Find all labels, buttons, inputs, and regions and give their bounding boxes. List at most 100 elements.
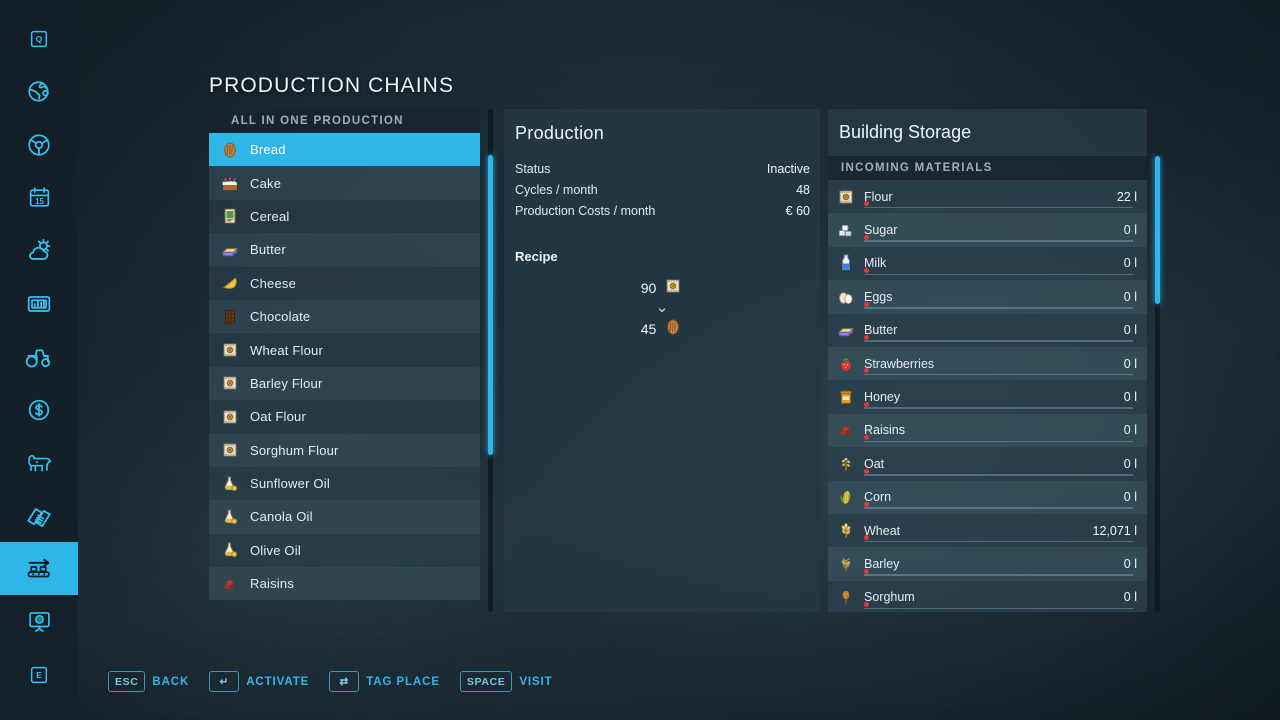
strawberry-icon bbox=[835, 353, 857, 375]
storage-row-name: Sorghum bbox=[864, 590, 1124, 604]
production-list-item[interactable]: Butter bbox=[209, 233, 480, 266]
production-list-item[interactable]: Cake bbox=[209, 166, 480, 199]
production-list-item[interactable]: Cereal bbox=[209, 200, 480, 233]
sorghum-icon bbox=[835, 586, 857, 608]
raisins-icon bbox=[835, 419, 857, 441]
flour-bag-icon bbox=[219, 406, 241, 428]
storage-row[interactable]: Flour22 l bbox=[828, 180, 1147, 213]
production-stat-row: Production Costs / month€ 60 bbox=[515, 200, 810, 221]
weather-icon bbox=[26, 237, 53, 264]
chocolate-icon bbox=[219, 306, 241, 328]
production-stat-value: € 60 bbox=[786, 204, 810, 218]
storage-row[interactable]: Eggs0 l bbox=[828, 280, 1147, 313]
storage-threshold-marker bbox=[864, 368, 869, 373]
contracts-icon bbox=[25, 502, 53, 530]
storage-row[interactable]: Honey0 l bbox=[828, 380, 1147, 413]
production-list-item[interactable]: Barley Flour bbox=[209, 367, 480, 400]
sidebar-item-help-e[interactable]: E bbox=[0, 648, 78, 701]
barley-icon bbox=[835, 553, 857, 575]
recipe-output: 45 bbox=[641, 317, 684, 340]
storage-fill-bar bbox=[864, 207, 1133, 209]
honey-jar-icon bbox=[835, 386, 857, 408]
storage-fill-bar bbox=[864, 307, 1133, 309]
storage-threshold-marker bbox=[864, 268, 869, 273]
production-list-item[interactable]: Canola Oil bbox=[209, 500, 480, 533]
production-list-item[interactable]: Chocolate bbox=[209, 300, 480, 333]
storage-row-name: Strawberries bbox=[864, 357, 1124, 371]
sidebar-item-quit[interactable]: Q bbox=[0, 12, 78, 65]
storage-row-name: Honey bbox=[864, 390, 1124, 404]
scrollbar-thumb[interactable] bbox=[488, 155, 493, 455]
storage-fill-bar bbox=[864, 608, 1133, 610]
sidebar-item-contracts[interactable] bbox=[0, 489, 78, 542]
production-stat-value: 48 bbox=[796, 183, 810, 197]
storage-threshold-marker bbox=[864, 435, 869, 440]
storage-row-amount: 0 l bbox=[1124, 457, 1137, 471]
production-detail-panel: Production StatusInactiveCycles / month4… bbox=[504, 109, 820, 612]
production-list-item[interactable]: Olive Oil bbox=[209, 534, 480, 567]
storage-row[interactable]: Wheat12,071 l bbox=[828, 514, 1147, 547]
storage-row-amount: 0 l bbox=[1124, 557, 1137, 571]
help-item[interactable]: SPACEVISIT bbox=[460, 671, 553, 692]
enter-key: ↵ bbox=[209, 671, 239, 692]
svg-text:E: E bbox=[36, 671, 42, 680]
storage-row[interactable]: Butter0 l bbox=[828, 314, 1147, 347]
storage-row[interactable]: Strawberries0 l bbox=[828, 347, 1147, 380]
storage-threshold-marker bbox=[864, 402, 869, 407]
help-item[interactable]: ESCBACK bbox=[108, 671, 189, 692]
sidebar-item-steering-wheel[interactable] bbox=[0, 118, 78, 171]
storage-row-name: Butter bbox=[864, 323, 1124, 337]
storage-row[interactable]: Sorghum0 l bbox=[828, 581, 1147, 612]
sidebar-item-weather[interactable] bbox=[0, 224, 78, 277]
sidebar-item-calendar[interactable]: 15 bbox=[0, 171, 78, 224]
production-list-panel: ALL IN ONE PRODUCTION BreadCakeCerealBut… bbox=[209, 109, 480, 612]
page-title: PRODUCTION CHAINS bbox=[209, 74, 454, 98]
sidebar-item-tractor[interactable] bbox=[0, 330, 78, 383]
wheat-icon bbox=[835, 520, 857, 542]
statistics-icon bbox=[26, 291, 52, 317]
bread-icon bbox=[663, 317, 683, 340]
storage-row-name: Barley bbox=[864, 557, 1124, 571]
help-item[interactable]: ↵ACTIVATE bbox=[209, 671, 309, 692]
production-list-item[interactable]: Raisins bbox=[209, 567, 480, 600]
storage-threshold-marker bbox=[864, 335, 869, 340]
help-action-label: TAG PLACE bbox=[366, 676, 440, 688]
sidebar-item-production-chains[interactable] bbox=[0, 542, 78, 595]
production-list-item[interactable]: Bread bbox=[209, 133, 480, 166]
storage-row-amount: 0 l bbox=[1124, 323, 1137, 337]
sidebar-item-statistics[interactable] bbox=[0, 277, 78, 330]
production-list-item[interactable]: Sorghum Flour bbox=[209, 434, 480, 467]
storage-row[interactable]: Corn0 l bbox=[828, 481, 1147, 514]
production-list-item[interactable]: Wheat Flour bbox=[209, 333, 480, 366]
storage-row[interactable]: Raisins0 l bbox=[828, 414, 1147, 447]
production-list-item[interactable]: Oat Flour bbox=[209, 400, 480, 433]
eggs-icon bbox=[835, 286, 857, 308]
scrollbar-thumb[interactable] bbox=[1155, 156, 1160, 304]
sidebar-item-map-globe[interactable] bbox=[0, 65, 78, 118]
storage-row[interactable]: Oat0 l bbox=[828, 447, 1147, 480]
storage-row[interactable]: Barley0 l bbox=[828, 547, 1147, 580]
production-list-item-label: Cake bbox=[250, 176, 281, 191]
production-list-item[interactable]: Sunflower Oil bbox=[209, 467, 480, 500]
production-list-scrollbar[interactable] bbox=[488, 109, 493, 612]
sidebar-item-presentation[interactable] bbox=[0, 595, 78, 648]
production-list-item-label: Sunflower Oil bbox=[250, 476, 330, 491]
cereal-box-icon bbox=[219, 205, 241, 227]
production-panel-title: Production bbox=[504, 109, 820, 144]
help-action-label: VISIT bbox=[519, 676, 552, 688]
storage-scrollbar[interactable] bbox=[1155, 152, 1160, 612]
sidebar-item-finances[interactable] bbox=[0, 383, 78, 436]
cake-icon bbox=[219, 172, 241, 194]
chevron-down-icon: ⌄ bbox=[656, 301, 669, 315]
sidebar-item-animals-cow[interactable] bbox=[0, 436, 78, 489]
production-list-item[interactable]: Cheese bbox=[209, 267, 480, 300]
storage-row[interactable]: Sugar0 l bbox=[828, 213, 1147, 246]
help-item[interactable]: ⇄TAG PLACE bbox=[329, 671, 440, 692]
raisins-icon bbox=[219, 573, 241, 595]
production-list-item-label: Butter bbox=[250, 242, 286, 257]
production-list-item-label: Raisins bbox=[250, 576, 294, 591]
flour-bag-icon bbox=[835, 186, 857, 208]
recipe-title: Recipe bbox=[504, 249, 820, 264]
storage-row-list: Flour22 lSugar0 lMilk0 lEggs0 lButter0 l… bbox=[828, 180, 1147, 612]
storage-row[interactable]: Milk0 l bbox=[828, 247, 1147, 280]
